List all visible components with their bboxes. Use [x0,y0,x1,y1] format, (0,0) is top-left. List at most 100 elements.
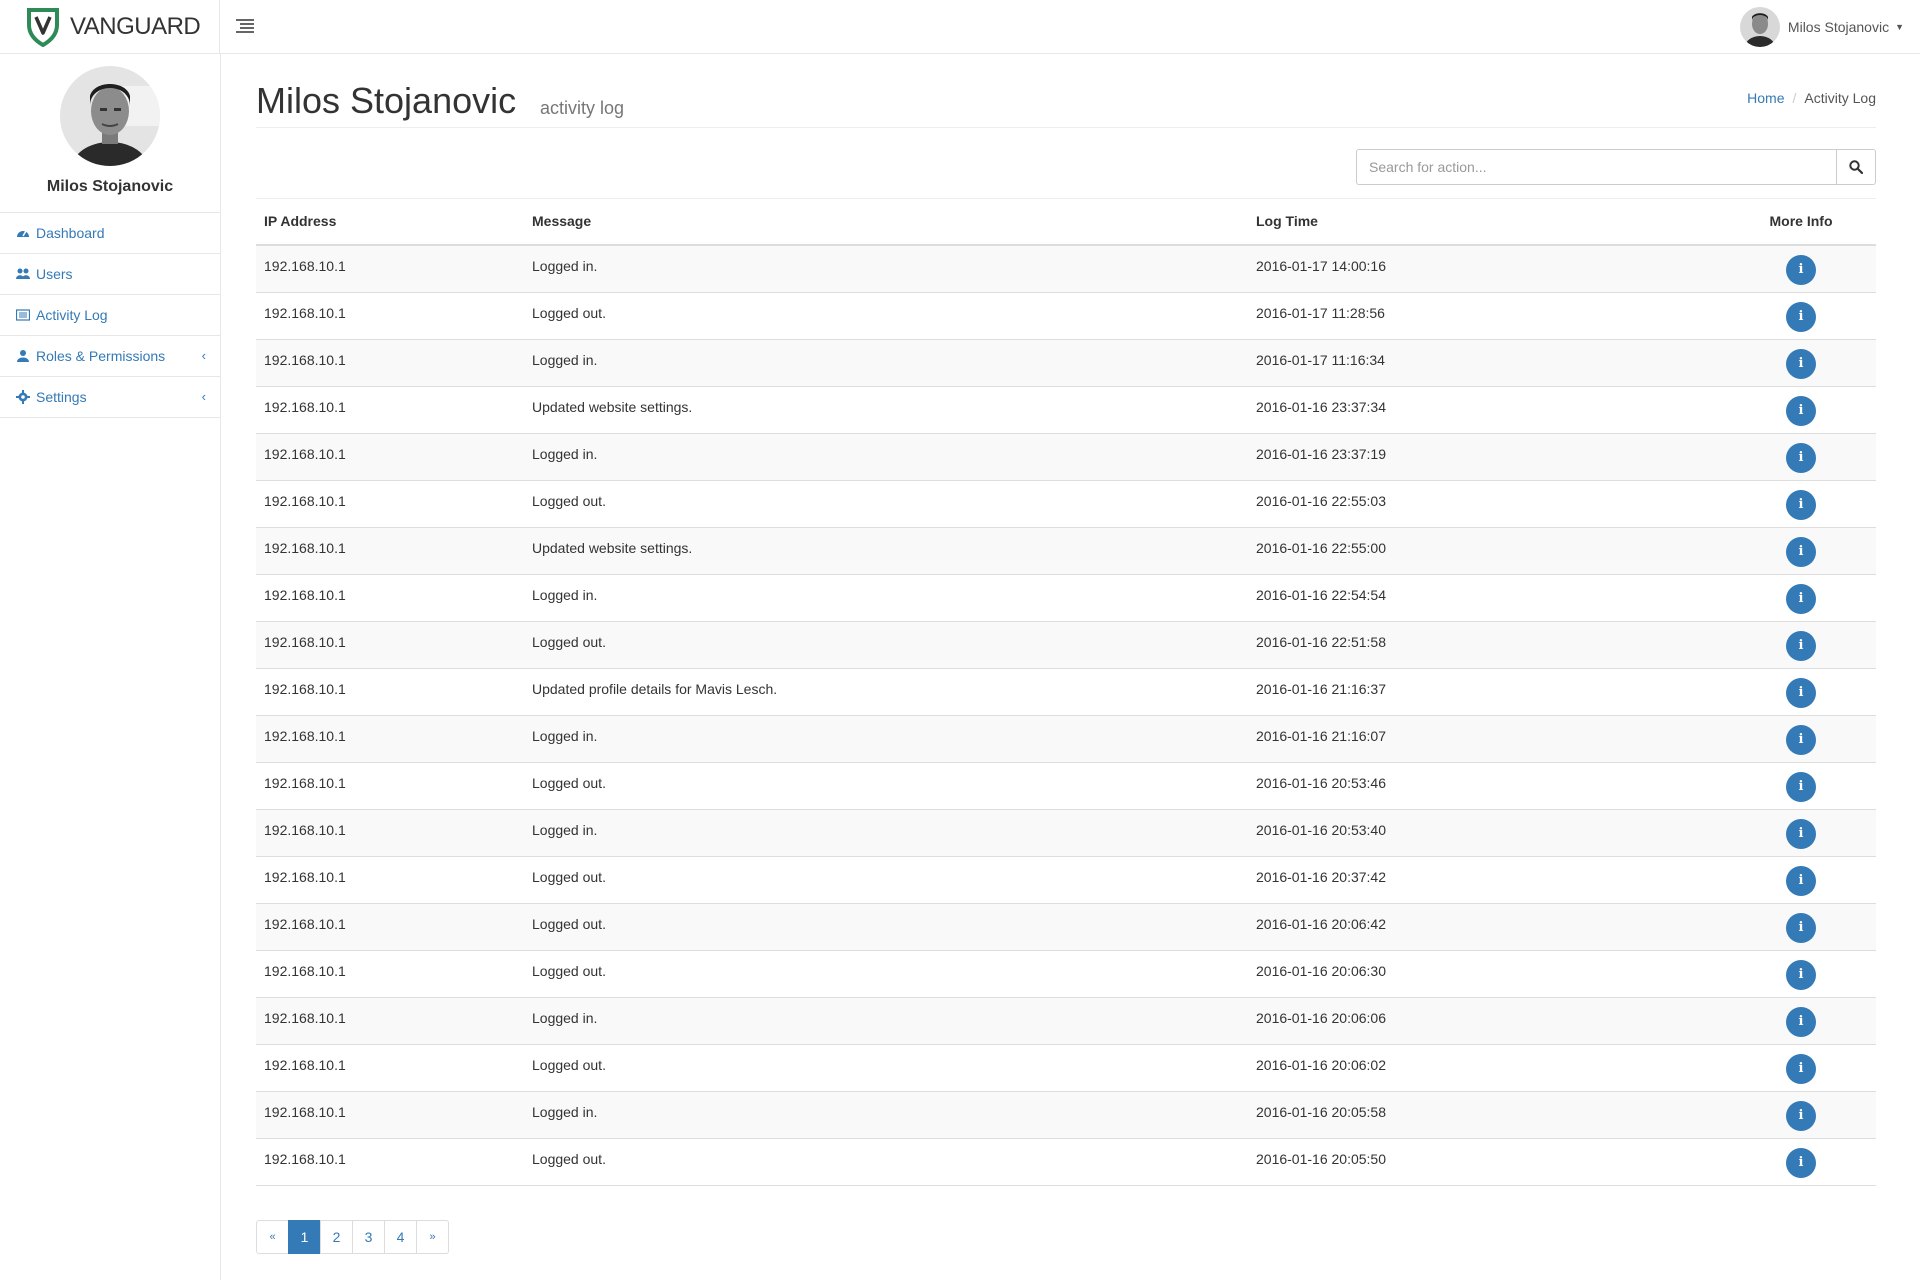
profile-avatar [60,66,160,166]
ip-cell: 192.168.10.1 [256,292,524,340]
info-icon[interactable]: i [1786,395,1816,426]
log-time-cell: 2016-01-16 23:37:34 [1248,386,1726,434]
log-time-cell: 2016-01-16 22:55:03 [1248,480,1726,528]
more-info-cell: i [1726,903,1876,951]
more-info-cell: i [1726,339,1876,387]
message-cell: Updated website settings. [524,386,1248,434]
log-time-cell: 2016-01-16 23:37:19 [1248,433,1726,481]
ip-cell: 192.168.10.1 [256,1138,524,1186]
sidebar-item-settings[interactable]: Settings ‹ [0,377,220,418]
caret-down-icon: ▼ [1895,22,1904,32]
ip-cell: 192.168.10.1 [256,997,524,1045]
chevron-left-icon: ‹ [201,389,206,404]
info-icon[interactable]: i [1786,912,1816,943]
table-row: 192.168.10.1 Logged out. 2016-01-16 22:51:… [256,621,1876,669]
log-time-cell: 2016-01-16 22:55:00 [1248,527,1726,575]
info-icon[interactable]: i [1786,865,1816,896]
more-info-cell: i [1726,950,1876,998]
info-icon[interactable]: i [1786,301,1816,332]
log-time-cell: 2016-01-16 20:05:58 [1248,1091,1726,1139]
message-cell: Logged in. [524,433,1248,481]
ip-cell: 192.168.10.1 [256,903,524,951]
log-time-cell: 2016-01-16 20:06:06 [1248,997,1726,1045]
dashboard-icon [16,226,30,240]
log-time-cell: 2016-01-16 21:16:07 [1248,715,1726,763]
table-row: 192.168.10.1 Logged out. 2016-01-16 20:06:… [256,1044,1876,1092]
page-header: Milos Stojanovic activity log Home / Activ… [256,54,1876,128]
message-cell: Logged in. [524,809,1248,857]
table-row: 192.168.10.1 Logged out. 2016-01-16 20:53:… [256,762,1876,810]
message-cell: Logged in. [524,715,1248,763]
more-info-cell: i [1726,997,1876,1045]
log-time-cell: 2016-01-16 22:54:54 [1248,574,1726,622]
main-content: Milos Stojanovic activity log Home / Activ… [256,54,1876,1254]
info-icon[interactable]: i [1786,255,1816,285]
sidebar-item-label: Activity Log [36,307,108,323]
ip-cell: 192.168.10.1 [256,762,524,810]
search-input[interactable] [1356,149,1836,185]
page-title: Milos Stojanovic [256,80,517,121]
info-icon[interactable]: i [1786,1147,1816,1178]
info-icon[interactable]: i [1786,1053,1816,1084]
pagination-page-3[interactable]: 3 [352,1220,385,1254]
ip-cell: 192.168.10.1 [256,574,524,622]
info-icon[interactable]: i [1786,771,1816,802]
table-row: 192.168.10.1 Logged out. 2016-01-16 20:06:… [256,950,1876,998]
table-body: 192.168.10.1 Logged in. 2016-01-17 14:00:1… [256,245,1876,1186]
info-icon[interactable]: i [1786,536,1816,567]
column-header-log-time: Log Time [1248,199,1726,246]
search-button[interactable] [1836,149,1876,185]
log-time-cell: 2016-01-16 20:05:50 [1248,1138,1726,1186]
more-info-cell: i [1726,527,1876,575]
pagination-page-2[interactable]: 2 [320,1220,353,1254]
column-header-ip: IP Address [256,199,524,246]
info-icon[interactable]: i [1786,677,1816,708]
more-info-cell: i [1726,1091,1876,1139]
sidebar: Milos Stojanovic Dashboard Users Activit… [0,54,221,1280]
ip-cell: 192.168.10.1 [256,856,524,904]
info-icon[interactable]: i [1786,630,1816,661]
log-time-cell: 2016-01-16 21:16:37 [1248,668,1726,716]
info-icon[interactable]: i [1786,1100,1816,1131]
table-row: 192.168.10.1 Updated profile details for … [256,668,1876,716]
ip-cell: 192.168.10.1 [256,480,524,528]
pagination-prev[interactable]: « [256,1220,289,1254]
sidebar-toggle-icon[interactable] [236,19,254,35]
breadcrumb-home-link[interactable]: Home [1747,90,1784,106]
sidebar-item-roles-permissions[interactable]: Roles & Permissions ‹ [0,336,220,377]
sidebar-profile: Milos Stojanovic [0,54,220,213]
more-info-cell: i [1726,292,1876,340]
ip-cell: 192.168.10.1 [256,950,524,998]
info-icon[interactable]: i [1786,724,1816,755]
info-icon[interactable]: i [1786,959,1816,990]
pagination-page-1[interactable]: 1 [288,1220,321,1254]
log-time-cell: 2016-01-16 20:53:40 [1248,809,1726,857]
sidebar-item-activity-log[interactable]: Activity Log [0,295,220,336]
log-time-cell: 2016-01-16 22:51:58 [1248,621,1726,669]
info-icon[interactable]: i [1786,583,1816,614]
users-icon [16,267,30,281]
info-icon[interactable]: i [1786,489,1816,520]
profile-name: Milos Stojanovic [46,178,174,195]
user-dropdown[interactable]: Milos Stojanovic ▼ [1739,6,1904,48]
info-icon[interactable]: i [1786,1006,1816,1037]
table-row: 192.168.10.1 Updated website settings. 201… [256,386,1876,434]
ip-cell: 192.168.10.1 [256,339,524,387]
log-time-cell: 2016-01-17 11:28:56 [1248,292,1726,340]
info-icon[interactable]: i [1786,442,1816,473]
pagination-page-4[interactable]: 4 [384,1220,417,1254]
more-info-cell: i [1726,1138,1876,1186]
pagination-next[interactable]: » [416,1220,449,1254]
sidebar-item-users[interactable]: Users [0,254,220,295]
more-info-cell: i [1726,1044,1876,1092]
info-icon[interactable]: i [1786,348,1816,379]
table-row: 192.168.10.1 Logged in. 2016-01-16 23:37:1… [256,433,1876,481]
more-info-cell: i [1726,574,1876,622]
ip-cell: 192.168.10.1 [256,245,524,293]
info-icon[interactable]: i [1786,818,1816,849]
more-info-cell: i [1726,480,1876,528]
brand-logo[interactable]: VANGUARD [0,0,220,54]
breadcrumb-separator: / [1792,90,1797,106]
sidebar-item-dashboard[interactable]: Dashboard [0,213,220,254]
log-time-cell: 2016-01-16 20:37:42 [1248,856,1726,904]
